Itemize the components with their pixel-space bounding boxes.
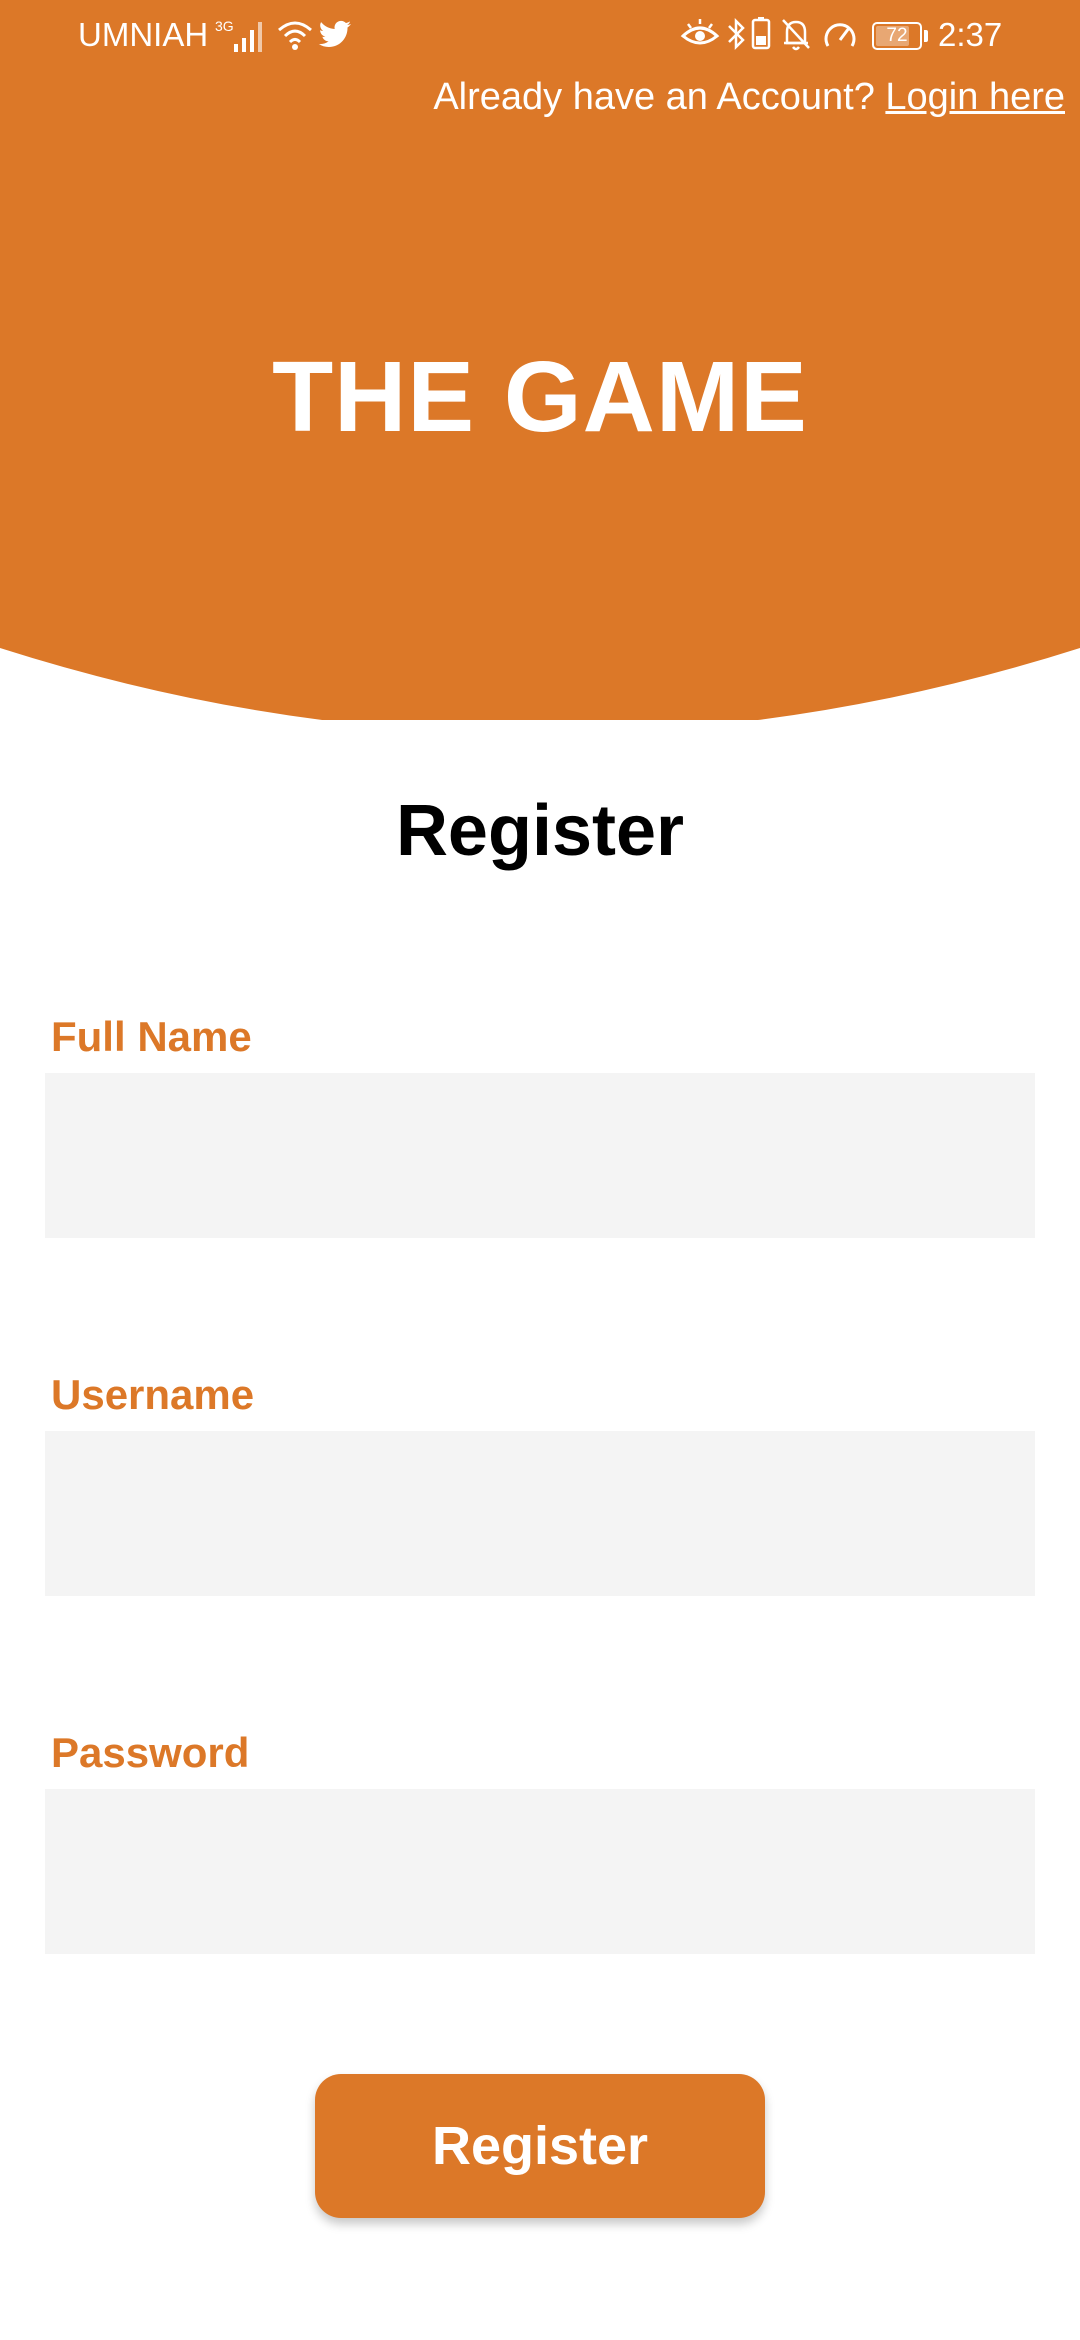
battery-icon: 72	[872, 22, 922, 50]
speedometer-icon	[824, 23, 856, 47]
app-title: THE GAME	[272, 341, 808, 453]
network-type: 3G	[215, 18, 234, 34]
status-bar: UMNIAH 3G 72 2:37	[0, 0, 1080, 72]
login-link[interactable]: Login here	[885, 76, 1065, 118]
status-time: 2:37	[938, 16, 1003, 53]
bell-off-icon	[782, 19, 810, 51]
bluetooth-icon	[728, 17, 745, 51]
wifi-icon	[278, 21, 312, 50]
twitter-icon	[318, 20, 351, 47]
full-name-input[interactable]	[45, 1073, 1035, 1238]
username-input[interactable]	[45, 1431, 1035, 1596]
login-prompt: Already have an Account? Login here	[433, 76, 1065, 119]
battery-tip	[924, 30, 928, 42]
carrier-name: UMNIAH	[78, 16, 209, 53]
register-button[interactable]: Register	[315, 2074, 765, 2218]
signal-icon	[234, 22, 262, 52]
account-prompt-text: Already have an Account?	[433, 76, 875, 118]
full-name-label: Full Name	[51, 1013, 252, 1060]
password-label: Password	[51, 1729, 250, 1776]
battery-saver-icon	[751, 17, 771, 50]
battery-level: 72	[886, 25, 908, 46]
eye-comfort-icon	[680, 19, 720, 45]
password-input[interactable]	[45, 1789, 1035, 1954]
header: UMNIAH 3G 72 2:37 Already have an Accoun…	[0, 0, 1080, 720]
username-label: Username	[51, 1371, 255, 1418]
page-title: Register	[395, 791, 685, 871]
